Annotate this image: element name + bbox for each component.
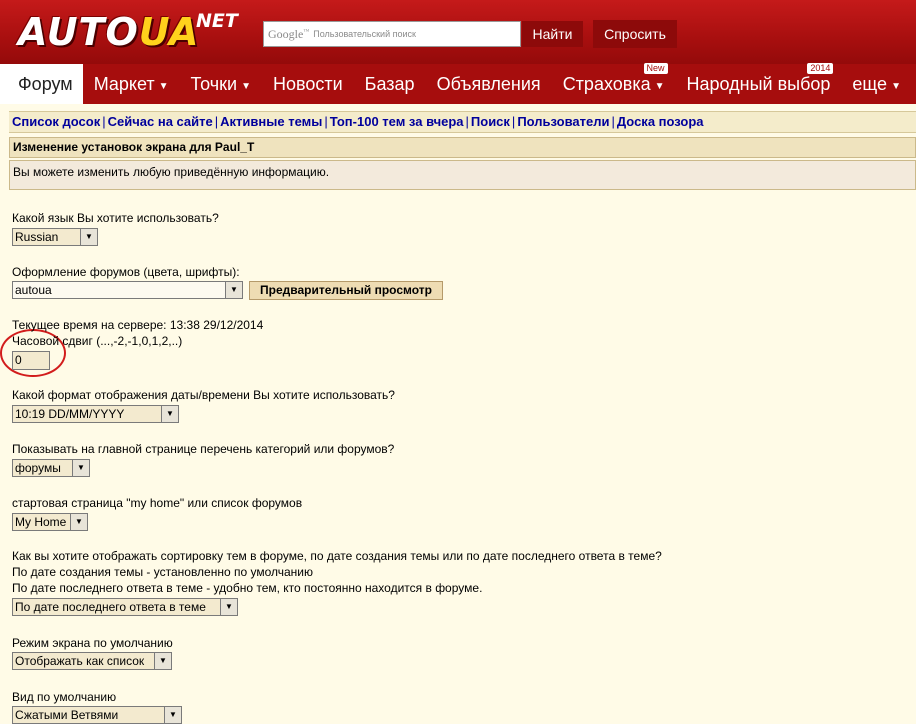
linkbar-link[interactable]: Топ-100 тем за вчера [330,114,464,129]
forum-linkbar: Список досок | Сейчас на сайте | Активные те… [9,111,916,133]
nav-item-3[interactable]: Новости [262,64,354,104]
chevron-down-icon: ▼ [241,80,251,92]
linkbar-link[interactable]: Список досок [12,114,100,129]
nav-item-7[interactable]: Народный выбор 2014 [676,63,842,104]
categories-value: форумы [15,461,61,475]
sort-label-2: По дате создания темы - установленно по … [12,565,314,579]
mode-label: Режим экрана по умолчанию [12,636,173,650]
chevron-down-icon: ▼ [220,599,237,615]
logo-auto: AUTO [18,10,139,54]
timezone-label: Часовой сдвиг (...,-2,-1,0,1,2,..) [12,334,183,348]
nav-item-label: Форум [18,73,73,94]
chevron-down-icon: ▼ [80,229,97,245]
site-logo[interactable]: AUTOUA NET [18,10,248,54]
theme-select[interactable]: autoua ▼ [12,281,243,299]
sort-select[interactable]: По дате последнего ответа в теме ▼ [12,598,238,616]
nav-item-label: Страховка [562,73,651,94]
google-logo: Google™ [268,26,310,41]
datefmt-label: Какой формат отображения даты/времени Вы… [12,388,395,402]
server-time: Текущее время на сервере: 13:38 29/12/20… [12,318,264,332]
datefmt-value: 10:19 DD/MM/YYYY [15,407,125,421]
home-label: стартовая страница "my home" или список … [12,496,303,510]
sort-label-3: По дате последнего ответа в теме - удобн… [12,581,483,595]
linkbar-link[interactable]: Поиск [471,114,510,129]
nav-badge: 2014 [807,63,834,74]
nav-item-1[interactable]: Маркет ▼ [83,64,180,104]
search-input[interactable]: Google™ Пользовательский поиск [263,21,521,47]
mode-select[interactable]: Отображать как список ▼ [12,652,172,670]
linkbar-link[interactable]: Доска позора [617,114,704,129]
nav-item-label: Базар [364,73,415,94]
nav-item-5[interactable]: Объявления [426,64,552,104]
find-button[interactable]: Найти [522,21,583,47]
language-value: Russian [15,230,59,244]
home-select[interactable]: My Home ▼ [12,513,88,531]
link-separator: | [611,114,615,129]
chevron-down-icon: ▼ [154,653,171,669]
chevron-down-icon: ▼ [161,406,178,422]
categories-label: Показывать на главной странице перечень … [12,442,395,456]
home-value: My Home [15,515,67,529]
language-select[interactable]: Russian ▼ [12,228,98,246]
link-separator: | [102,114,106,129]
google-logo-text: Google [268,26,304,41]
link-separator: | [214,114,219,129]
nav-item-8[interactable]: еще ▼ [841,64,912,104]
sort-label-1: Как вы хотите отображать сортировку тем … [12,549,662,563]
info-text: Вы можете изменить любую приведённую инф… [9,160,916,190]
sort-value: По дате последнего ответа в теме [15,600,206,614]
nav-item-2[interactable]: Точки ▼ [180,64,262,104]
chevron-down-icon: ▼ [225,282,242,298]
logo-text: AUTOUA [18,10,199,54]
nav-item-label: Объявления [436,73,541,94]
link-separator: | [324,114,328,129]
nav-badge: New [643,63,668,74]
nav-item-label: еще [852,73,888,94]
page-title: Изменение установок экрана для Paul_T [9,137,916,158]
logo-net: NET [196,10,238,32]
ask-button[interactable]: Спросить [593,20,677,48]
chevron-down-icon: ▼ [654,80,665,92]
nav-item-6[interactable]: Страховка ▼ New [552,63,676,104]
linkbar-link[interactable]: Пользователи [517,114,609,129]
nav-item-0[interactable]: Форум [0,64,83,104]
linkbar-link[interactable]: Сейчас на сайте [108,114,213,129]
view-value: Сжатыми Ветвями [15,708,119,722]
site-header: AUTOUA NET Google™ Пользовательский поис… [0,0,916,64]
mode-value: Отображать как список [15,654,145,668]
nav-item-label: Маркет [93,73,155,94]
link-separator: | [511,114,516,129]
chevron-down-icon: ▼ [72,460,89,476]
datefmt-select[interactable]: 10:19 DD/MM/YYYY ▼ [12,405,179,423]
theme-label: Оформление форумов (цвета, шрифты): [12,265,240,279]
categories-select[interactable]: форумы ▼ [12,459,90,477]
chevron-down-icon: ▼ [891,80,901,92]
nav-item-4[interactable]: Базар [354,64,426,104]
language-label: Какой язык Вы хотите использовать? [12,211,219,225]
settings-content: Список досок | Сейчас на сайте | Активные те… [0,111,916,724]
chevron-down-icon: ▼ [158,80,169,92]
theme-value: autoua [15,283,52,297]
nav-item-label: Новости [272,73,343,94]
chevron-down-icon: ▼ [164,707,181,723]
logo-ua: UA [138,10,200,54]
search-placeholder: Пользовательский поиск [313,29,416,39]
linkbar-link[interactable]: Активные темы [220,114,322,129]
nav-item-label: Народный выбор [686,73,831,94]
nav-item-label: Точки [190,73,238,94]
chevron-down-icon: ▼ [70,514,87,530]
link-separator: | [465,114,469,129]
main-nav: Форум Маркет ▼ Точки ▼ Новости Базар Объявления… [0,63,916,104]
view-label: Вид по умолчанию [12,690,117,704]
preview-button[interactable]: Предварительный просмотр [249,281,443,300]
timezone-input[interactable]: 0 [12,351,50,370]
